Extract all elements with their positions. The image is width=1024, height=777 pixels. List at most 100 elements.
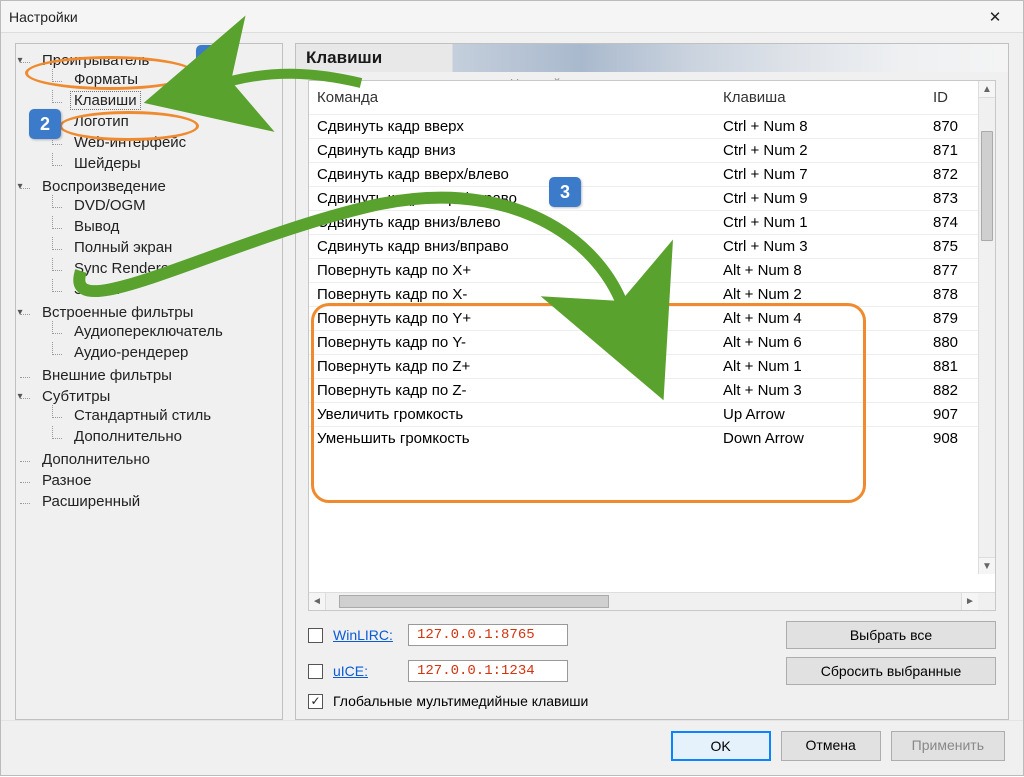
table-row[interactable]: Повернуть кадр по Z+Alt + Num 1881 — [309, 354, 995, 378]
tree-output[interactable]: Вывод — [70, 218, 123, 235]
cell-command: Сдвинуть кадр вниз/влево — [309, 211, 715, 234]
chevron-down-icon[interactable]: ▾ — [15, 56, 25, 66]
close-icon[interactable]: ✕ — [975, 3, 1015, 31]
tree-player[interactable]: Проигрыватель — [38, 52, 153, 69]
cell-command: Сдвинуть кадр вниз/вправо — [309, 235, 715, 258]
col-key[interactable]: Клавиша — [715, 85, 925, 110]
tree-audiorender[interactable]: Аудио-рендерер — [70, 344, 192, 361]
keys-panel: Клавиши Настройка компьютера www.compute… — [295, 43, 1009, 720]
tree-stdstyle[interactable]: Стандартный стиль — [70, 407, 215, 424]
cell-command: Сдвинуть кадр вверх/вправо — [309, 187, 715, 210]
tree-logo[interactable]: Логотип — [70, 113, 133, 130]
global-keys-label: Глобальные мультимедийные клавиши — [333, 693, 588, 709]
table-row[interactable]: Сдвинуть кадр вниз/вправоCtrl + Num 3875 — [309, 234, 995, 258]
scroll-up-icon[interactable]: ▲ — [979, 81, 995, 98]
vertical-scrollbar[interactable]: ▲ ▼ — [978, 81, 995, 574]
scrollbar-thumb[interactable] — [339, 595, 609, 608]
tree-extfilters[interactable]: Внешние фильтры — [38, 367, 176, 384]
cell-key: Ctrl + Num 7 — [715, 163, 925, 186]
tree-formats[interactable]: Форматы — [70, 71, 142, 88]
tree-playback[interactable]: Воспроизведение — [38, 178, 170, 195]
table-row[interactable]: Повернуть кадр по Y-Alt + Num 6880 — [309, 330, 995, 354]
table-row[interactable]: Повернуть кадр по X-Alt + Num 2878 — [309, 282, 995, 306]
cell-key: Alt + Num 8 — [715, 259, 925, 282]
cell-key: Up Arrow — [715, 403, 925, 426]
cell-key: Ctrl + Num 2 — [715, 139, 925, 162]
scrollbar-thumb[interactable] — [981, 131, 993, 241]
table-row[interactable]: Сдвинуть кадр вниз/влевоCtrl + Num 1874 — [309, 210, 995, 234]
table-row[interactable]: Уменьшить громкостьDown Arrow908 — [309, 426, 995, 450]
tree-sync[interactable]: Sync Renderer — [70, 260, 178, 277]
window-title: Настройки — [9, 9, 975, 25]
tree-dvdogm[interactable]: DVD/OGM — [70, 197, 150, 214]
winlirc-checkbox[interactable] — [308, 628, 323, 643]
winlirc-link[interactable]: WinLIRC: — [333, 627, 398, 643]
cell-command: Повернуть кадр по Y- — [309, 331, 715, 354]
tree-shaders[interactable]: Шейдеры — [70, 155, 145, 172]
cell-command: Сдвинуть кадр вниз — [309, 139, 715, 162]
tree-fullscreen[interactable]: Полный экран — [70, 239, 176, 256]
table-row[interactable]: Сдвинуть кадр вверхCtrl + Num 8870 — [309, 114, 995, 138]
cancel-button[interactable]: Отмена — [781, 731, 881, 761]
table-row[interactable]: Сдвинуть кадр внизCtrl + Num 2871 — [309, 138, 995, 162]
category-tree[interactable]: ▾Проигрыватель Форматы Клавиши Логотип W… — [20, 50, 278, 512]
cell-command: Сдвинуть кадр вверх/влево — [309, 163, 715, 186]
uice-row: uICE: 127.0.0.1:1234 — [308, 660, 766, 682]
reset-selected-button[interactable]: Сбросить выбранные — [786, 657, 996, 685]
cell-key: Ctrl + Num 3 — [715, 235, 925, 258]
cell-key: Down Arrow — [715, 427, 925, 450]
settings-window: Настройки ✕ ▾ Проигрыватель Форматы Клави… — [0, 0, 1024, 776]
uice-address-input[interactable]: 127.0.0.1:1234 — [408, 660, 568, 682]
chevron-down-icon[interactable]: ▾ — [15, 392, 25, 402]
cell-command: Повернуть кадр по Y+ — [309, 307, 715, 330]
winlirc-address-input[interactable]: 127.0.0.1:8765 — [408, 624, 568, 646]
cell-command: Сдвинуть кадр вверх — [309, 115, 715, 138]
scroll-right-icon[interactable]: ► — [961, 593, 978, 610]
tree-audioswitch[interactable]: Аудиопереключатель — [70, 323, 227, 340]
cell-command: Увеличить громкость — [309, 403, 715, 426]
table-row[interactable]: Повернуть кадр по X+Alt + Num 8877 — [309, 258, 995, 282]
tree-subtitles[interactable]: Субтитры — [38, 388, 114, 405]
tree-capture[interactable]: Захват — [70, 281, 126, 298]
global-keys-checkbox[interactable]: ✓ — [308, 694, 323, 709]
tree-additional[interactable]: Дополнительно — [38, 451, 154, 468]
scroll-left-icon[interactable]: ◄ — [309, 593, 326, 610]
chevron-down-icon[interactable]: ▾ — [15, 182, 25, 192]
tree-misc[interactable]: Разное — [38, 472, 96, 489]
cell-key: Alt + Num 6 — [715, 331, 925, 354]
panel-title: Клавиши — [296, 44, 1008, 72]
uice-checkbox[interactable] — [308, 664, 323, 679]
select-all-button[interactable]: Выбрать все — [786, 621, 996, 649]
chevron-down-icon[interactable]: ▾ — [15, 308, 25, 318]
table-row[interactable]: Повернуть кадр по Z-Alt + Num 3882 — [309, 378, 995, 402]
apply-button[interactable]: Применить — [891, 731, 1005, 761]
key-table[interactable]: Команда Клавиша ID Сдвинуть кадр вверхCt… — [308, 80, 996, 611]
cell-key: Ctrl + Num 9 — [715, 187, 925, 210]
cell-key: Ctrl + Num 8 — [715, 115, 925, 138]
horizontal-scrollbar[interactable]: ◄ ► — [309, 592, 995, 610]
category-tree-panel: ▾ Проигрыватель Форматы Клавиши Логотип W… — [15, 43, 283, 720]
tree-keys[interactable]: Клавиши — [70, 91, 141, 110]
tree-advsub[interactable]: Дополнительно — [70, 428, 186, 445]
table-row[interactable]: Сдвинуть кадр вверх/вправоCtrl + Num 987… — [309, 186, 995, 210]
scroll-down-icon[interactable]: ▼ — [979, 557, 995, 574]
table-row[interactable]: Повернуть кадр по Y+Alt + Num 4879 — [309, 306, 995, 330]
tree-builtin[interactable]: Встроенные фильтры — [38, 304, 197, 321]
table-header: Команда Клавиша ID — [309, 81, 995, 114]
ok-button[interactable]: OK — [671, 731, 771, 761]
winlirc-row: WinLIRC: 127.0.0.1:8765 — [308, 624, 766, 646]
uice-link[interactable]: uICE: — [333, 663, 398, 679]
tree-web[interactable]: Web-интерфейс — [70, 134, 190, 151]
titlebar: Настройки ✕ — [1, 1, 1023, 33]
tree-advanced[interactable]: Расширенный — [38, 493, 144, 510]
table-row[interactable]: Увеличить громкостьUp Arrow907 — [309, 402, 995, 426]
cell-key: Alt + Num 3 — [715, 379, 925, 402]
cell-key: Alt + Num 2 — [715, 283, 925, 306]
table-row[interactable]: Сдвинуть кадр вверх/влевоCtrl + Num 7872 — [309, 162, 995, 186]
cell-command: Повернуть кадр по Z- — [309, 379, 715, 402]
cell-command: Повернуть кадр по X- — [309, 283, 715, 306]
col-command[interactable]: Команда — [309, 85, 715, 110]
dialog-buttons: OK Отмена Применить — [1, 720, 1023, 775]
cell-command: Повернуть кадр по X+ — [309, 259, 715, 282]
cell-command: Повернуть кадр по Z+ — [309, 355, 715, 378]
